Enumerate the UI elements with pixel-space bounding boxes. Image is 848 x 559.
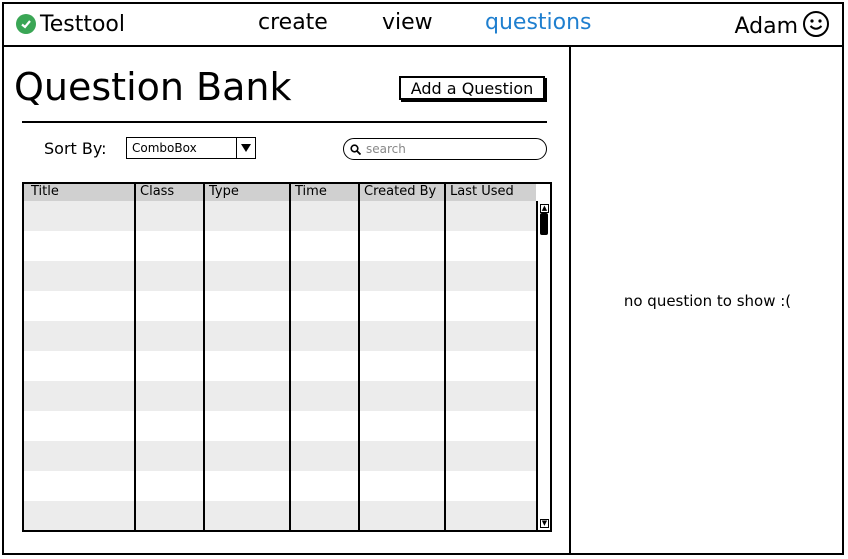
add-question-button[interactable]: Add a Question (399, 76, 545, 100)
table-row[interactable] (24, 201, 536, 231)
table-row[interactable] (24, 231, 536, 261)
table-row[interactable] (24, 351, 536, 381)
question-detail-panel: no question to show :( (571, 47, 844, 555)
column-divider (358, 184, 360, 530)
nav-questions[interactable]: questions (485, 10, 592, 35)
column-divider (444, 184, 446, 530)
table-row[interactable] (24, 531, 536, 532)
table-row[interactable] (24, 261, 536, 291)
table-row[interactable] (24, 411, 536, 441)
table-header: Title Class Type Time Created By Last Us… (24, 184, 536, 201)
search-box[interactable] (343, 138, 547, 160)
table-row[interactable] (24, 381, 536, 411)
column-divider (289, 184, 291, 530)
user-menu[interactable]: Adam (734, 10, 830, 42)
table-row[interactable] (24, 471, 536, 501)
table-scrollbar[interactable]: ▲ ▼ (536, 201, 550, 530)
scrollbar-thumb[interactable] (540, 213, 548, 235)
empty-state-message: no question to show :( (623, 292, 792, 310)
column-header-last-used[interactable]: Last Used (447, 184, 514, 201)
combobox-value: ComboBox (132, 141, 197, 155)
column-header-title[interactable]: Title (28, 184, 59, 201)
sort-by-label: Sort By: (44, 139, 107, 158)
question-bank-panel: Question Bank Add a Question Sort By: Co… (4, 47, 570, 555)
smiley-face-icon (802, 10, 830, 42)
user-name: Adam (734, 13, 798, 39)
column-header-type[interactable]: Type (206, 184, 239, 201)
column-header-time[interactable]: Time (292, 184, 327, 201)
sort-combobox[interactable]: ComboBox (126, 137, 256, 159)
app-logo[interactable]: Testtool (16, 11, 125, 37)
divider (22, 121, 547, 123)
table-row[interactable] (24, 501, 536, 530)
app-name: Testtool (40, 11, 125, 37)
page-title: Question Bank (14, 65, 292, 109)
column-divider (134, 184, 136, 530)
nav-view[interactable]: view (382, 10, 433, 35)
table-row[interactable] (24, 321, 536, 351)
search-icon (350, 140, 362, 159)
search-input[interactable] (364, 141, 528, 157)
top-navbar: Testtool create view questions Adam (2, 2, 844, 47)
scroll-down-arrow-icon[interactable]: ▼ (540, 519, 549, 528)
table-row[interactable] (24, 291, 536, 321)
questions-table: Title Class Type Time Created By Last Us… (22, 182, 552, 532)
column-header-class[interactable]: Class (137, 184, 174, 201)
scroll-up-arrow-icon[interactable]: ▲ (540, 204, 549, 213)
column-header-created-by[interactable]: Created By (361, 184, 436, 201)
nav-create[interactable]: create (258, 10, 328, 35)
column-divider (203, 184, 205, 530)
table-row[interactable] (24, 441, 536, 471)
check-circle-icon (16, 14, 36, 34)
dropdown-arrow-icon[interactable] (236, 138, 255, 158)
